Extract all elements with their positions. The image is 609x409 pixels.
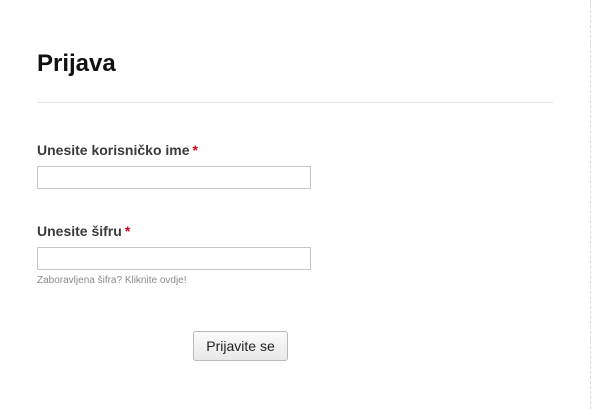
username-label-text: Unesite korisničko ime	[37, 142, 190, 158]
page-edge-divider	[590, 0, 591, 409]
login-page: Prijava Unesite korisničko ime * Unesite …	[0, 0, 609, 409]
username-input[interactable]	[37, 166, 311, 189]
username-required-mark: *	[192, 142, 198, 158]
username-label: Unesite korisničko ime *	[37, 141, 198, 159]
login-submit-button[interactable]: Prijavite se	[193, 331, 288, 361]
password-required-mark: *	[124, 223, 131, 239]
password-label-text: Unesite šifru	[37, 223, 122, 239]
page-title: Prijava	[37, 50, 116, 77]
password-label: Unesite šifru *	[37, 222, 130, 240]
forgot-password-link[interactable]: Zaboravljena šifra? Kliknite ovdje!	[37, 274, 187, 287]
title-divider	[37, 102, 553, 103]
password-input[interactable]	[37, 247, 311, 270]
